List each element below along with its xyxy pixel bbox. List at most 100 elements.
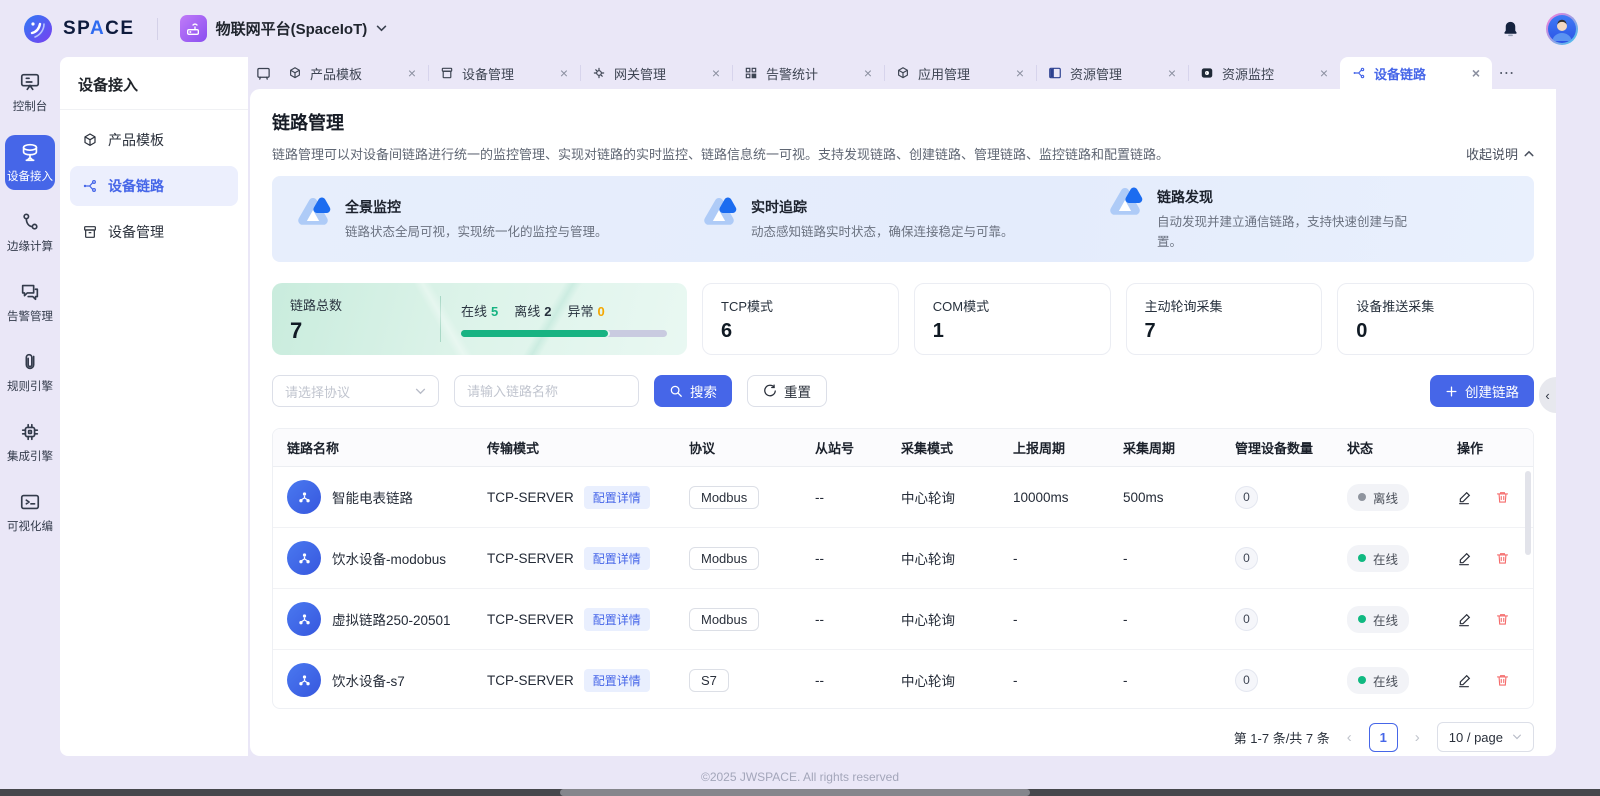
stat-value: 1: [932, 320, 944, 342]
bottom-scrollbar[interactable]: [0, 789, 1600, 796]
delete-icon[interactable]: [1495, 550, 1510, 566]
collect-mode: 中心轮询: [901, 491, 955, 506]
sidebar-item-device-link[interactable]: 设备链路: [70, 166, 238, 206]
page-size-select[interactable]: 10 / page: [1436, 722, 1534, 752]
nav-rail-label: 集成引擎: [7, 451, 53, 463]
link-name[interactable]: 饮水设备-s7: [332, 670, 405, 690]
tab-alarm-statistics[interactable]: 告警统计 ×: [732, 57, 884, 89]
config-detail-tag[interactable]: 配置详情: [583, 546, 650, 570]
feature-desc: 动态感知链路实时状态，确保连接稳定与可靠。: [751, 224, 1014, 239]
brand-logo[interactable]: SPACE: [22, 13, 135, 45]
rule-engine-icon: [19, 351, 41, 373]
links-table: 链路名称 传输模式 协议 从站号 采集模式 上报周期 采集周期 管理设备数量 状…: [272, 428, 1534, 709]
edit-icon[interactable]: [1457, 611, 1473, 627]
collect-period: -: [1123, 550, 1128, 566]
workspace-selector[interactable]: 物联网平台(SpaceIoT): [179, 15, 388, 42]
gateway-icon: [592, 66, 606, 80]
protocol-select[interactable]: 请选择协议: [272, 375, 439, 407]
table-row: 饮水设备-modobus TCP-SERVER 配置详情 Modbus -- 中心…: [273, 528, 1533, 589]
collapse-description-link[interactable]: 收起说明: [1466, 144, 1534, 163]
stat-card-total-links: 链路总数 7 在线 5 离线 2 异常 0: [272, 283, 687, 355]
close-icon[interactable]: ×: [1320, 66, 1328, 80]
close-icon[interactable]: ×: [1472, 66, 1480, 80]
nav-rail-item-rule-engine[interactable]: 规则引擎: [5, 345, 55, 400]
tab-label: 产品模板: [310, 66, 363, 82]
sidebar-title: 设备接入: [60, 57, 248, 110]
tab-resource-management[interactable]: 资源管理 ×: [1036, 57, 1188, 89]
edit-icon[interactable]: [1457, 672, 1473, 688]
station-number: --: [815, 489, 824, 505]
tab-product-template[interactable]: 产品模板 ×: [276, 57, 428, 89]
nav-rail-item-integration-engine[interactable]: 集成引擎: [5, 415, 55, 470]
col-header: 从站号: [815, 441, 855, 456]
status-badge: 在线: [1347, 544, 1410, 572]
tab-label: 网关管理: [614, 66, 667, 82]
config-detail-tag[interactable]: 配置详情: [583, 668, 650, 692]
bottom-scrollbar-thumb[interactable]: [560, 789, 1030, 796]
tab-list-icon[interactable]: [250, 57, 276, 89]
col-header: 上报周期: [1013, 441, 1066, 456]
tab-label: 设备链路: [1374, 66, 1427, 82]
protocol-select-placeholder: 请选择协议: [285, 384, 351, 400]
feature-title: 链路发现: [1157, 189, 1213, 206]
col-header: 管理设备数量: [1235, 441, 1314, 456]
delete-icon[interactable]: [1495, 489, 1510, 505]
close-icon[interactable]: ×: [1168, 66, 1176, 80]
visual-editor-icon: [19, 491, 41, 513]
delete-icon[interactable]: [1495, 672, 1510, 688]
page-number-button[interactable]: 1: [1368, 722, 1398, 752]
tab-device-management[interactable]: 设备管理 ×: [428, 57, 580, 89]
link-name[interactable]: 虚拟链路250-20501: [332, 609, 451, 629]
protocol-tag: Modbus: [689, 485, 760, 509]
link-avatar-icon: [287, 480, 321, 514]
link-name[interactable]: 饮水设备-modobus: [332, 548, 446, 568]
close-icon[interactable]: ×: [408, 66, 416, 80]
edit-icon[interactable]: [1457, 550, 1473, 566]
tab-more-icon[interactable]: ⋯: [1492, 57, 1522, 89]
next-page-icon[interactable]: ›: [1413, 729, 1422, 746]
transfer-mode: TCP-SERVER: [487, 489, 574, 505]
stat-label: COM模式: [932, 299, 990, 314]
sidebar-item-device-management[interactable]: 设备管理: [70, 212, 238, 252]
stat-card-tcp: TCP模式 6: [702, 283, 899, 355]
report-period: 10000ms: [1013, 489, 1069, 505]
delete-icon[interactable]: [1495, 611, 1510, 627]
chevron-down-icon: [415, 388, 426, 394]
close-icon[interactable]: ×: [560, 66, 568, 80]
notification-bell-icon[interactable]: [1501, 19, 1520, 39]
nav-rail-item-edge-computing[interactable]: 边缘计算: [5, 205, 55, 260]
nav-rail-item-visual-editor[interactable]: 可视化编: [5, 485, 55, 540]
device-count-badge: 0: [1235, 485, 1258, 509]
reset-button[interactable]: 重置: [747, 375, 827, 407]
nav-rail-item-device-access[interactable]: 设备接入: [5, 135, 55, 190]
protocol-tag: Modbus: [689, 607, 760, 631]
stat-value: 0: [1356, 320, 1368, 342]
tab-resource-monitor[interactable]: 资源监控 ×: [1188, 57, 1340, 89]
tab-device-link[interactable]: 设备链路 ×: [1340, 57, 1492, 89]
tab-gateway-management[interactable]: 网关管理 ×: [580, 57, 732, 89]
triangle-logo-icon: [1106, 186, 1144, 220]
nav-rail-label: 设备接入: [7, 171, 53, 183]
edit-icon[interactable]: [1457, 489, 1473, 505]
table-scrollbar[interactable]: [1525, 471, 1531, 555]
prev-page-icon[interactable]: ‹: [1345, 729, 1354, 746]
link-name-input[interactable]: [454, 375, 639, 407]
config-detail-tag[interactable]: 配置详情: [583, 485, 650, 509]
sidebar-item-product-template[interactable]: 产品模板: [70, 120, 238, 160]
col-header: 协议: [689, 441, 716, 456]
nav-rail-item-console[interactable]: 控制台: [5, 65, 55, 120]
config-detail-tag[interactable]: 配置详情: [583, 607, 650, 631]
tab-application-management[interactable]: 应用管理 ×: [884, 57, 1036, 89]
link-name[interactable]: 智能电表链路: [332, 487, 413, 507]
nav-rail-item-alarm[interactable]: 告警管理: [5, 275, 55, 330]
create-link-button[interactable]: 创建链路: [1430, 375, 1534, 407]
drawer-collapse-handle[interactable]: ‹: [1539, 377, 1556, 413]
status-badge: 在线: [1347, 666, 1410, 694]
close-icon[interactable]: ×: [864, 66, 872, 80]
user-avatar[interactable]: [1546, 12, 1578, 45]
close-icon[interactable]: ×: [712, 66, 720, 80]
search-button[interactable]: 搜索: [654, 375, 732, 407]
tab-label: 资源管理: [1070, 66, 1123, 82]
close-icon[interactable]: ×: [1016, 66, 1024, 80]
col-header: 采集模式: [901, 441, 954, 456]
